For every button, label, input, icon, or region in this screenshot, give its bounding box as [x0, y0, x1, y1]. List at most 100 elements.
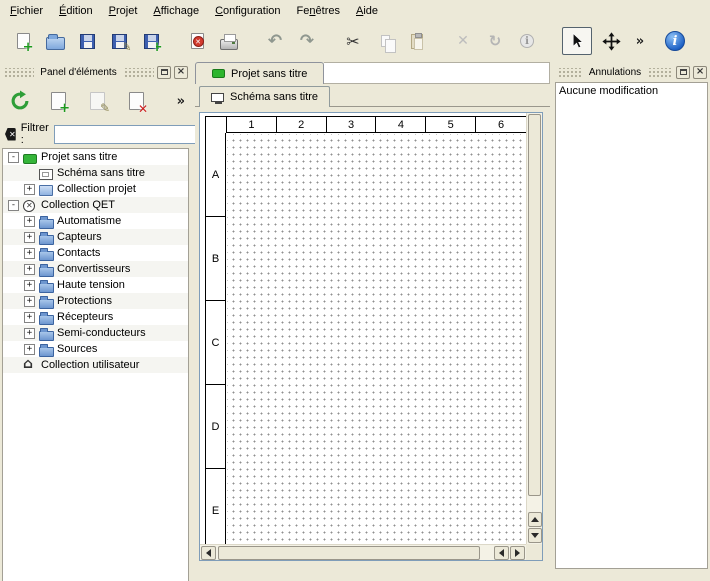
paste-button[interactable]	[402, 27, 432, 55]
panel-overflow-button[interactable]: »	[177, 95, 185, 108]
arrow-left-icon	[499, 549, 504, 557]
expander-icon[interactable]: +	[24, 312, 35, 323]
about-button[interactable]	[660, 27, 690, 55]
print-button[interactable]	[214, 27, 244, 55]
undo-dock-title: Annulations	[586, 67, 644, 78]
close-dock-button[interactable]	[174, 66, 188, 79]
menu-fichier[interactable]: Fichier	[2, 1, 51, 21]
expander-icon[interactable]: -	[8, 152, 19, 163]
undo-button[interactable]	[260, 27, 290, 55]
undo-history-list: Aucune modification	[555, 82, 708, 569]
dock-drag-handle[interactable]	[123, 68, 154, 77]
menu-affichage[interactable]: Affichage	[145, 1, 207, 21]
horizontal-scrollbar-thumb[interactable]	[218, 546, 480, 560]
tree-item-protections[interactable]: +Protections	[3, 293, 188, 309]
close-file-icon	[191, 33, 204, 49]
rotate-button[interactable]	[480, 27, 510, 55]
tree-item-sources[interactable]: +Sources	[3, 341, 188, 357]
tree-item-contacts[interactable]: +Contacts	[3, 245, 188, 261]
close-dock-button[interactable]	[693, 66, 707, 79]
dock-drag-handle[interactable]	[3, 68, 34, 77]
scroll-down-button[interactable]	[528, 528, 542, 543]
stop-badge-icon	[193, 36, 204, 47]
project-icon	[212, 69, 225, 78]
tree-item-automatisme[interactable]: +Automatisme	[3, 213, 188, 229]
info-button[interactable]	[512, 27, 542, 55]
vertical-scrollbar[interactable]	[526, 113, 542, 544]
tree-item-recepteurs[interactable]: +Récepteurs	[3, 309, 188, 325]
move-tool-button[interactable]	[596, 27, 626, 55]
schema-border-frame: 1 2 3 4 5 6 A B C D E	[205, 116, 526, 544]
redo-button[interactable]	[292, 27, 322, 55]
tree-item-semi-conducteurs[interactable]: +Semi-conducteurs	[3, 325, 188, 341]
main-toolbar: + ✎ + »	[0, 22, 710, 60]
delete-button[interactable]	[448, 27, 478, 55]
reload-collections-button[interactable]	[6, 88, 33, 115]
plus-badge-icon: +	[23, 43, 34, 53]
clear-filter-button[interactable]	[5, 128, 16, 141]
menu-fenetres[interactable]: Fenêtres	[289, 1, 348, 21]
tree-item-schema[interactable]: Schéma sans titre	[3, 165, 188, 181]
save-as-button[interactable]: ✎	[104, 27, 134, 55]
tree-item-collection-projet[interactable]: +Collection projet	[3, 181, 188, 197]
expander-icon[interactable]: +	[24, 344, 35, 355]
tools-group: »	[562, 27, 650, 55]
delete-element-button[interactable]: ✕	[123, 88, 150, 115]
about-info-icon	[665, 31, 685, 51]
row-header: C	[206, 301, 225, 385]
tab-schema-sans-titre[interactable]: Schéma sans titre	[199, 86, 330, 107]
filter-input[interactable]	[54, 125, 204, 144]
menu-projet[interactable]: Projet	[101, 1, 146, 21]
expander-icon[interactable]: +	[24, 232, 35, 243]
row-header: E	[206, 469, 225, 544]
expander-icon[interactable]: +	[24, 280, 35, 291]
expander-icon[interactable]: +	[24, 216, 35, 227]
dock-drag-handle[interactable]	[557, 68, 583, 77]
menu-aide[interactable]: Aide	[348, 1, 386, 21]
tree-item-collection-utilisateur[interactable]: Collection utilisateur	[3, 357, 188, 373]
float-dock-button[interactable]	[157, 66, 171, 79]
float-dock-button[interactable]	[676, 66, 690, 79]
pencil-badge-icon: ✎	[121, 42, 131, 52]
expander-icon[interactable]: +	[24, 248, 35, 259]
tree-item-convertisseurs[interactable]: +Convertisseurs	[3, 261, 188, 277]
expander-icon[interactable]: +	[24, 296, 35, 307]
scrollbar-corner	[526, 544, 542, 560]
tree-item-collection-qet[interactable]: -Collection QET	[3, 197, 188, 213]
save-button[interactable]	[72, 27, 102, 55]
scroll-left-button[interactable]	[494, 546, 509, 560]
expander-icon[interactable]: +	[24, 328, 35, 339]
expander-icon[interactable]: +	[24, 184, 35, 195]
expander-icon[interactable]: -	[8, 200, 19, 211]
close-file-button[interactable]	[182, 27, 212, 55]
tab-projet-sans-titre[interactable]: Projet sans titre	[195, 62, 324, 84]
vertical-scrollbar-thumb[interactable]	[528, 114, 541, 496]
menu-edition[interactable]: Édition	[51, 1, 101, 21]
scroll-left-button[interactable]	[201, 546, 216, 560]
scroll-up-button[interactable]	[528, 512, 542, 527]
horizontal-scrollbar[interactable]	[200, 544, 526, 560]
project-tabbar: Projet sans titre	[195, 62, 550, 84]
row-header: D	[206, 385, 225, 469]
undo-list-item[interactable]: Aucune modification	[556, 83, 707, 99]
new-element-icon: +	[51, 92, 66, 110]
dock-drag-handle[interactable]	[647, 68, 673, 77]
save-all-button[interactable]: +	[136, 27, 166, 55]
edit-element-button[interactable]: ✎	[84, 88, 111, 115]
tree-item-capteurs[interactable]: +Capteurs	[3, 229, 188, 245]
cut-button[interactable]	[338, 27, 368, 55]
expander-icon[interactable]: +	[24, 264, 35, 275]
scroll-right-button[interactable]	[510, 546, 525, 560]
toolbar-overflow-button[interactable]: »	[630, 27, 650, 55]
tree-item-haute-tension[interactable]: +Haute tension	[3, 277, 188, 293]
copy-button[interactable]	[370, 27, 400, 55]
folder-icon	[39, 327, 53, 340]
qet-main-window: { "menu": { "items": [ { "pre": "", "key…	[0, 0, 710, 581]
open-file-button[interactable]	[40, 27, 70, 55]
new-element-button[interactable]: +	[45, 88, 72, 115]
diagram-grid-canvas[interactable]	[227, 134, 526, 544]
select-tool-button[interactable]	[562, 27, 592, 55]
menu-configuration[interactable]: Configuration	[207, 1, 288, 21]
tree-item-project[interactable]: -Projet sans titre	[3, 149, 188, 165]
new-file-button[interactable]: +	[8, 27, 38, 55]
